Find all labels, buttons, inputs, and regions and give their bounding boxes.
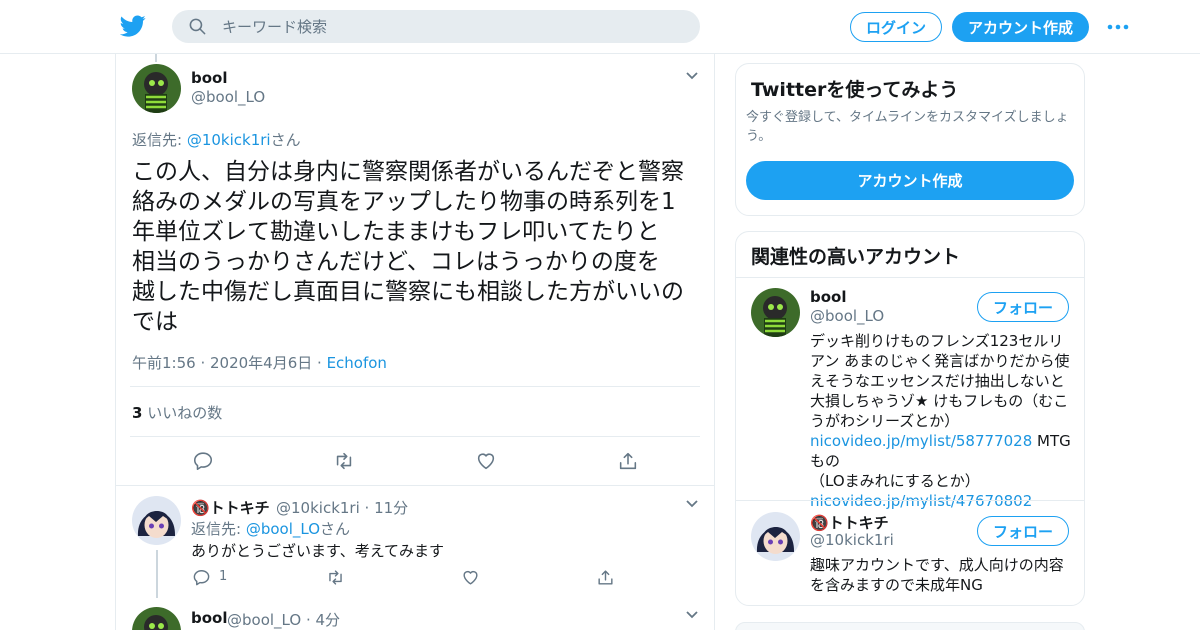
account-bio-line: デッキ削りけものフレンズ123セルリ	[810, 332, 1064, 350]
bio-link[interactable]: nicovideo.jp/mylist/47670802	[810, 492, 1032, 510]
reply-to-handle-link[interactable]: @10kick1ri	[187, 131, 271, 149]
account-name[interactable]: bool	[810, 288, 847, 306]
avatar[interactable]	[132, 64, 181, 113]
author-handle[interactable]: @10kick1ri · 11分	[276, 497, 408, 518]
related-accounts-title: 関連性の高いアカウント	[751, 246, 961, 268]
follow-button[interactable]: フォロー	[977, 516, 1069, 546]
twitter-bird-icon[interactable]	[120, 13, 146, 39]
account-bio: 趣味アカウントです、成人向けの内容 を含みますので未成年NG	[810, 555, 1072, 595]
like-icon[interactable]	[461, 568, 480, 587]
bio-link[interactable]: nicovideo.jp/mylist/58777028	[810, 432, 1032, 450]
author-handle[interactable]: @bool_LO	[191, 88, 265, 106]
reply-to: 返信先: @bool_LOさん	[191, 518, 350, 539]
account-bio-line: 大損しちゃうゾ★ けもフレもの（むこ	[810, 392, 1069, 410]
tweet-source-link[interactable]: Echofon	[327, 354, 387, 372]
reply-to-prefix: 返信先:	[132, 131, 187, 149]
tweet-text-line: 年単位ズレて勘違いしたままけもフレ叩いてたりと	[132, 219, 660, 245]
account-bio-line: えそうなエッセンスだけ抽出しないと	[810, 372, 1065, 390]
more-icon[interactable]	[1106, 20, 1130, 34]
tweet-text-line: 絡みのメダルの写真をアップしたり物事の時系列を1	[132, 189, 676, 215]
next-card-peek	[735, 622, 1085, 630]
tweet-timestamp[interactable]: 午前1:56 · 2020年4月6日 ·	[132, 354, 327, 372]
account-bio: デッキ削りけものフレンズ123セルリ アン あまのじゃく発言ばかりだから使 えそ…	[810, 331, 1072, 511]
signup-card: Twitterを使ってみよう 今すぐ登録して、タイムラインをカスタマイズしましょ…	[735, 63, 1085, 216]
reply-count: 1	[219, 569, 228, 584]
author-handle-text[interactable]: @10kick1ri	[276, 499, 360, 517]
like-stats[interactable]: 3 いいねの数	[132, 402, 222, 423]
divider	[736, 277, 1084, 278]
search-icon	[189, 18, 206, 35]
search-input[interactable]	[222, 10, 682, 43]
author-name[interactable]: bool	[191, 609, 228, 627]
reply-to-handle-link[interactable]: @bool_LO	[246, 520, 320, 538]
tweet-text-line: この人、自分は身内に警察関係者がいるんだぞと警察	[132, 159, 684, 185]
reply-to-prefix: 返信先:	[191, 520, 246, 538]
account-bio-line: 趣味アカウントです、成人向けの内容	[810, 556, 1064, 574]
like-stats-label: いいねの数	[142, 404, 223, 422]
reply-icon[interactable]	[192, 568, 211, 587]
main-column: bool @bool_LO 返信先: @10kick1riさん この人、自分は身…	[115, 54, 715, 630]
divider	[736, 500, 1084, 501]
signup-card-title: Twitterを使ってみよう	[751, 79, 959, 101]
retweet-icon[interactable]	[333, 450, 355, 472]
account-handle[interactable]: @10kick1ri	[810, 531, 894, 549]
tweet-text-line: では	[132, 309, 178, 335]
account-bio-line: うがわシリーズとか）	[810, 412, 960, 430]
author-name[interactable]: 🔞トトキチ	[191, 497, 270, 518]
reply-text: ありがとうございます、考えてみます	[191, 542, 445, 560]
author-name[interactable]: bool	[191, 69, 228, 87]
follow-button[interactable]: フォロー	[977, 292, 1069, 322]
account-bio-line: nicovideo.jp/mylist/47670802	[810, 491, 1072, 511]
account-bio-line: アン あまのじゃく発言ばかりだから使	[810, 352, 1070, 370]
account-bio-line: を含みますので未成年NG	[810, 576, 983, 594]
signup-button[interactable]: アカウント作成	[952, 12, 1089, 42]
account-name[interactable]: 🔞トトキチ	[810, 512, 889, 533]
avatar[interactable]	[751, 512, 800, 561]
thread-line	[156, 550, 158, 598]
reply-to: 返信先: @10kick1riさん	[132, 129, 301, 150]
account-bio-line: nicovideo.jp/mylist/58777028 MTGもの	[810, 431, 1072, 471]
reply-to-suffix: さん	[270, 131, 301, 149]
reply-icon[interactable]	[192, 450, 214, 472]
thread-line	[155, 54, 157, 62]
avatar[interactable]	[751, 288, 800, 337]
account-bio-line: （LOまみれにするとか）	[810, 472, 980, 490]
retweet-icon[interactable]	[326, 568, 345, 587]
tweet-text-line: 相当のうっかりさんだけど、コレはうっかりの度を	[132, 249, 660, 275]
signup-card-description: 今すぐ登録して、タイムラインをカスタマイズしましょう。	[746, 110, 1069, 144]
divider	[116, 485, 714, 486]
tweet-text-line: 越した中傷だし真面目に警察にも相談した方がいいの	[132, 279, 684, 305]
chevron-down-icon[interactable]	[685, 71, 699, 81]
chevron-down-icon[interactable]	[685, 499, 699, 509]
reply-to-suffix: さん	[320, 520, 351, 538]
like-count: 3	[132, 404, 143, 422]
tweet-meta: 午前1:56 · 2020年4月6日 · Echofon	[132, 352, 387, 373]
chevron-down-icon[interactable]	[685, 610, 699, 620]
avatar[interactable]	[132, 496, 181, 545]
tweet-timestamp[interactable]: · 11分	[365, 499, 409, 517]
signup-card-button[interactable]: アカウント作成	[746, 161, 1074, 200]
divider	[130, 386, 700, 387]
tweet-timestamp[interactable]: · 4分	[306, 611, 340, 629]
like-icon[interactable]	[475, 450, 497, 472]
search-box[interactable]	[172, 10, 700, 43]
author-handle[interactable]: @bool_LO · 4分	[227, 609, 340, 630]
tweet-text: この人、自分は身内に警察関係者がいるんだぞと警察 絡みのメダルの写真をアップした…	[132, 157, 702, 337]
share-icon[interactable]	[596, 568, 615, 587]
account-handle[interactable]: @bool_LO	[810, 307, 884, 325]
author-handle-text[interactable]: @bool_LO	[227, 611, 301, 629]
login-button[interactable]: ログイン	[850, 12, 942, 42]
related-accounts-card: 関連性の高いアカウント bool @bool_LO フォロー デッキ削りけものフ…	[735, 231, 1085, 606]
top-bar: ログイン アカウント作成	[0, 0, 1200, 54]
divider	[130, 436, 700, 437]
share-icon[interactable]	[617, 450, 639, 472]
avatar[interactable]	[132, 607, 181, 630]
